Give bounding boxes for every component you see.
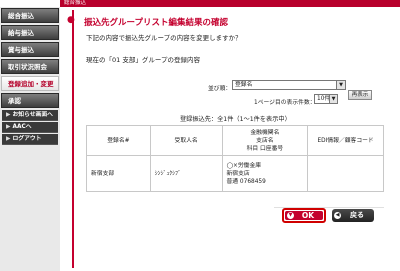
page-title: ● 振込先グループリスト編集結果の確認 bbox=[67, 15, 228, 28]
table-row: 新宿支部 ｼﾝｼﾞｭｸｼﾌﾞ ◯×労働金庫 新宿支店 普通 0768459 bbox=[86, 155, 384, 192]
triangle-right-icon: ▶ bbox=[6, 136, 11, 142]
sidebar-item-general-transfer[interactable]: 総合振込 bbox=[1, 8, 59, 23]
payee-table: 登録名# 受取人名 金融機関名 支店名 科目 口座番号 EDI情報／顧客コード … bbox=[86, 125, 384, 192]
sidebar-item-registration[interactable]: 登録追加・変更 bbox=[1, 76, 59, 91]
arrow-left-circle-icon: ◀ bbox=[334, 212, 341, 219]
sidebar: 総合振込 給与振込 賞与振込 取引状況照会 登録追加・変更 承認 ▶ お知らせ画面… bbox=[0, 0, 60, 271]
table-cell: ◯×労働金庫 新宿支店 普通 0768459 bbox=[221, 155, 309, 192]
chevron-down-icon: ▼ bbox=[336, 81, 345, 89]
header-title: 総合振込 bbox=[64, 0, 87, 6]
sidebar-link-logout[interactable]: ▶ ログアウト bbox=[2, 134, 58, 145]
sidebar-item-bonus-transfer[interactable]: 賞与振込 bbox=[1, 42, 59, 57]
page-subtitle: 下記の内容で振込先グループの内容を変更しますか？ bbox=[86, 34, 242, 42]
main-content: ● 振込先グループリスト編集結果の確認 下記の内容で振込先グループの内容を変更し… bbox=[67, 10, 390, 268]
sidebar-item-transaction-inquiry[interactable]: 取引状況照会 bbox=[1, 59, 59, 74]
record-count: 登録振込先：全1件（1〜1件を表示中） bbox=[180, 116, 291, 123]
column-header: 受取人名 bbox=[149, 125, 223, 156]
group-description: 現在の「01 支部」グループの登録内容 bbox=[86, 56, 200, 64]
action-bar: ▼ OK ◀ 戻る bbox=[274, 207, 384, 225]
back-button[interactable]: ◀ 戻る bbox=[332, 209, 374, 222]
top-header-bar: 総合振込 bbox=[60, 0, 400, 7]
title-bullet-icon: ● bbox=[67, 15, 75, 25]
column-header: 登録名# bbox=[86, 125, 151, 156]
redisplay-button[interactable]: 再表示 bbox=[348, 90, 372, 100]
table-cell bbox=[307, 155, 384, 192]
table-header-row: 登録名# 受取人名 金融機関名 支店名 科目 口座番号 EDI情報／顧客コード bbox=[86, 125, 384, 156]
per-page-label: 1ページ目の表示件数： bbox=[254, 100, 316, 106]
chevron-down-icon: ▼ bbox=[329, 95, 337, 103]
ok-button[interactable]: ▼ OK bbox=[282, 208, 326, 223]
sidebar-link-aac-label: AACへ bbox=[12, 124, 32, 130]
ok-button-face: ▼ OK bbox=[285, 211, 323, 220]
per-page-select[interactable]: 10件 ▼ bbox=[314, 94, 338, 104]
sidebar-link-notices[interactable]: ▶ お知らせ画面へ bbox=[2, 110, 58, 121]
sort-select[interactable]: 登録名 ▼ bbox=[232, 80, 346, 90]
sort-label: 並び順： bbox=[208, 86, 232, 92]
triangle-right-icon: ▶ bbox=[6, 112, 11, 118]
sidebar-item-salary-transfer[interactable]: 給与振込 bbox=[1, 25, 59, 40]
column-header: EDI情報／顧客コード bbox=[307, 125, 384, 156]
table-cell: 新宿支部 bbox=[86, 155, 151, 192]
ok-button-label: OK bbox=[301, 211, 315, 220]
sidebar-top-gap bbox=[0, 0, 60, 7]
column-header: 金融機関名 支店名 科目 口座番号 bbox=[221, 125, 309, 156]
sidebar-link-aac[interactable]: ▶ AACへ bbox=[2, 122, 58, 133]
back-button-label: 戻る bbox=[350, 211, 364, 219]
triangle-right-icon: ▶ bbox=[6, 124, 11, 130]
sort-select-value: 登録名 bbox=[235, 82, 253, 88]
sidebar-item-approval[interactable]: 承認 bbox=[1, 93, 59, 108]
sidebar-link-logout-label: ログアウト bbox=[12, 136, 42, 142]
table-cell: ｼﾝｼﾞｭｸｼﾌﾞ bbox=[149, 155, 223, 192]
page-title-text: 振込先グループリスト編集結果の確認 bbox=[84, 18, 228, 28]
arrow-down-circle-icon: ▼ bbox=[287, 212, 294, 219]
sidebar-link-notices-label: お知らせ画面へ bbox=[12, 112, 53, 118]
